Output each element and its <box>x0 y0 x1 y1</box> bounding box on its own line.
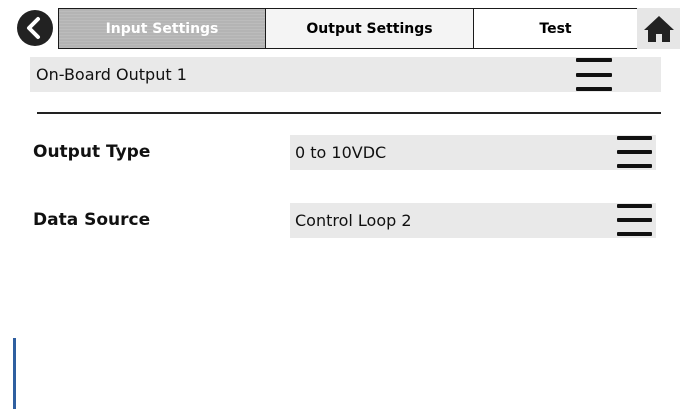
output-selector[interactable]: On-Board Output 1 <box>30 57 661 92</box>
chevron-left-circle-icon <box>17 10 53 46</box>
output-type-label: Output Type <box>33 142 151 162</box>
menu-icon[interactable] <box>576 58 612 91</box>
tab-input-settings[interactable]: Input Settings <box>58 8 266 49</box>
menu-icon[interactable] <box>617 136 652 168</box>
home-icon <box>643 15 674 42</box>
menu-icon[interactable] <box>617 204 652 236</box>
data-source-select[interactable]: Control Loop 2 <box>290 203 656 238</box>
left-edge-accent <box>13 338 16 409</box>
output-selector-value: On-Board Output 1 <box>36 65 187 84</box>
divider <box>37 112 661 114</box>
data-source-value: Control Loop 2 <box>295 211 412 230</box>
data-source-label: Data Source <box>33 210 151 230</box>
tab-output-settings[interactable]: Output Settings <box>265 8 474 49</box>
tab-test[interactable]: Test <box>473 8 638 49</box>
home-button[interactable] <box>637 8 680 49</box>
back-button[interactable] <box>16 9 54 47</box>
output-type-value: 0 to 10VDC <box>295 143 387 162</box>
output-type-select[interactable]: 0 to 10VDC <box>290 135 656 170</box>
